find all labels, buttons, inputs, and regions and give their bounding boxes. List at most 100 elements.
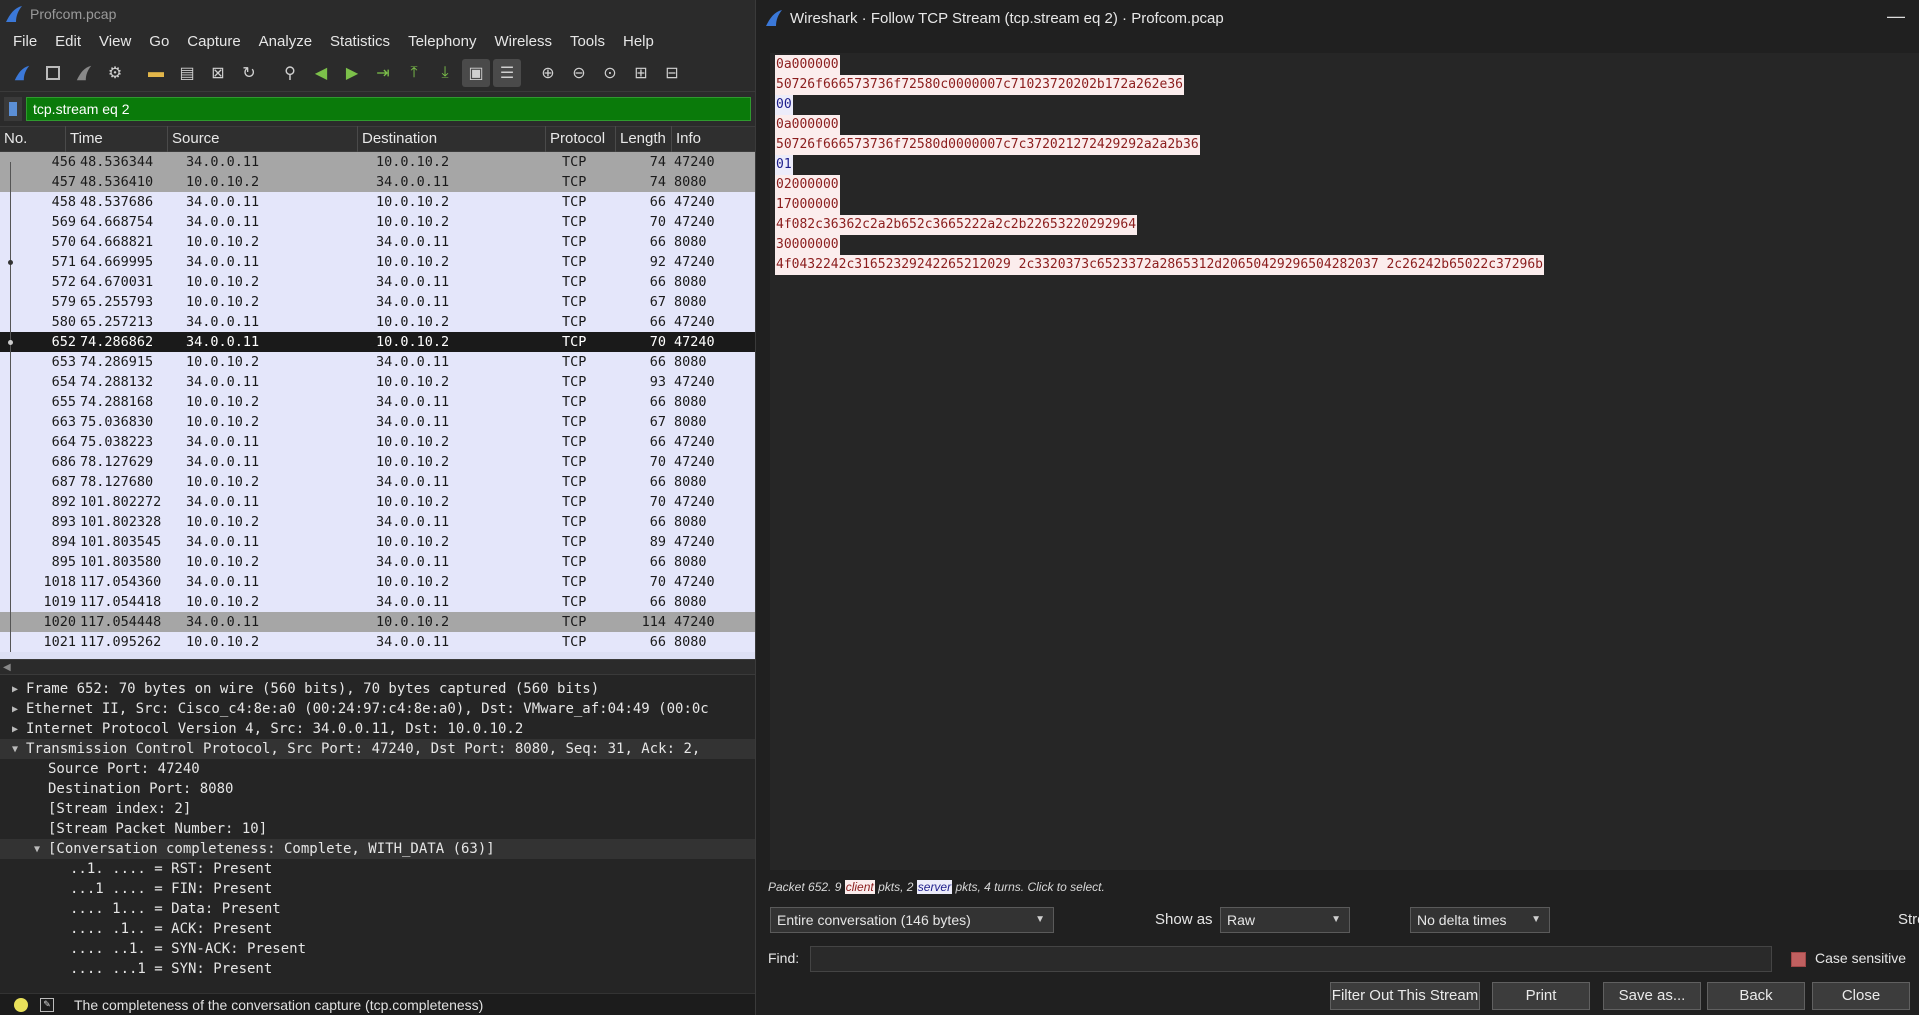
detail-tree-row[interactable]: Destination Port: 8080	[0, 779, 755, 799]
menu-edit[interactable]: Edit	[46, 33, 90, 50]
delta-time-select[interactable]: No delta times ▼	[1410, 907, 1550, 933]
expand-arrow-icon[interactable]: ▶	[8, 724, 22, 735]
expert-info-icon[interactable]	[14, 997, 28, 1012]
column-header-protocol[interactable]: Protocol	[546, 126, 616, 152]
detail-tree-row[interactable]: .... .1.. = ACK: Present	[0, 919, 755, 939]
zoom-reset-icon[interactable]: ⊙	[596, 59, 624, 87]
detail-tree-row[interactable]: ▼ Transmission Control Protocol, Src Port…	[0, 739, 755, 759]
packet-row[interactable]: 571 64.669995 34.0.0.11 10.0.10.2 TCP 92 47240	[0, 252, 755, 272]
detail-tree-row[interactable]: ..1. .... = RST: Present	[0, 859, 755, 879]
zoom-out-icon[interactable]: ⊖	[565, 59, 593, 87]
client-stream-line[interactable]: 50726f666573736f72580d0000007c7c37202127…	[775, 135, 1919, 155]
packet-row[interactable]: 580 65.257213 34.0.0.11 10.0.10.2 TCP 66 47240	[0, 312, 755, 332]
zoom-in-icon[interactable]: ⊕	[534, 59, 562, 87]
packet-row[interactable]: 893 101.802328 10.0.10.2 34.0.0.11 TCP 66 8080	[0, 512, 755, 532]
column-header-no[interactable]: No.	[0, 126, 66, 152]
server-stream-line[interactable]: 01	[775, 155, 1919, 175]
stream-content[interactable]: 0a000000 50726f666573736f72580c0000007c71…	[770, 53, 1919, 870]
show-as-select[interactable]: Raw ▼	[1220, 907, 1350, 933]
packet-row[interactable]: 653 74.286915 10.0.10.2 34.0.0.11 TCP 66 8080	[0, 352, 755, 372]
packet-row[interactable]: 458 48.537686 34.0.0.11 10.0.10.2 TCP 66 47240	[0, 192, 755, 212]
packet-row[interactable]: 1021 117.095262 10.0.10.2 34.0.0.11 TCP 66 808…	[0, 632, 755, 652]
packet-list-hscrollbar[interactable]: ◀	[0, 659, 755, 675]
filter-bookmark-icon[interactable]	[4, 97, 22, 121]
minimize-icon[interactable]: —	[1887, 6, 1905, 27]
back-button[interactable]: Back	[1707, 982, 1805, 1010]
column-header-time[interactable]: Time	[66, 126, 168, 152]
client-stream-line[interactable]: 50726f666573736f72580c0000007c7102372020…	[775, 75, 1919, 95]
menu-file[interactable]: File	[4, 33, 46, 50]
packet-row[interactable]: 654 74.288132 34.0.0.11 10.0.10.2 TCP 93 47240	[0, 372, 755, 392]
column-header-length[interactable]: Length	[616, 126, 672, 152]
scroll-left-icon[interactable]: ◀	[3, 660, 11, 676]
detail-tree-row[interactable]: ▶ Ethernet II, Src: Cisco_c4:8e:a0 (00:24…	[0, 699, 755, 719]
detail-tree-row[interactable]: .... ..1. = SYN-ACK: Present	[0, 939, 755, 959]
go-to-packet-icon[interactable]: ⇥	[369, 59, 397, 87]
column-header-source[interactable]: Source	[168, 126, 358, 152]
expand-arrow-icon[interactable]: ▶	[8, 684, 22, 695]
autoscroll-icon[interactable]: ▣	[462, 58, 490, 87]
packet-row[interactable]: 456 48.536344 34.0.0.11 10.0.10.2 TCP 74 47240	[0, 152, 755, 172]
layout-icon[interactable]: ⊟	[658, 59, 686, 87]
collapse-arrow-icon[interactable]: ▼	[8, 744, 22, 755]
packet-row[interactable]: 664 75.038223 34.0.0.11 10.0.10.2 TCP 66 47240	[0, 432, 755, 452]
detail-tree-row[interactable]: ▶ Internet Protocol Version 4, Src: 34.0.…	[0, 719, 755, 739]
client-stream-line[interactable]: 4f082c36362c2a2b652c3665222a2c2b22653220…	[775, 215, 1919, 235]
packet-row[interactable]: 652 74.286862 34.0.0.11 10.0.10.2 TCP 70 47240	[0, 332, 755, 352]
menu-view[interactable]: View	[90, 33, 140, 50]
colorize-icon[interactable]: ☰	[493, 58, 521, 87]
menu-help[interactable]: Help	[614, 33, 663, 50]
packet-row[interactable]: 569 64.668754 34.0.0.11 10.0.10.2 TCP 70 47240	[0, 212, 755, 232]
menu-statistics[interactable]: Statistics	[321, 33, 399, 50]
display-filter-input[interactable]: tcp.stream eq 2	[26, 97, 751, 121]
filter-out-stream-button[interactable]: Filter Out This Stream	[1330, 982, 1480, 1010]
save-file-icon[interactable]: ▤	[173, 59, 201, 87]
restart-capture-icon[interactable]	[70, 59, 98, 87]
column-header-info[interactable]: Info	[672, 126, 755, 152]
find-input[interactable]	[810, 946, 1772, 972]
case-sensitive-checkbox[interactable]	[1791, 952, 1806, 967]
capture-options-icon[interactable]: ⚙	[101, 59, 129, 87]
packet-row[interactable]: 892 101.802272 34.0.0.11 10.0.10.2 TCP 70 4724…	[0, 492, 755, 512]
go-back-icon[interactable]: ◀	[307, 59, 335, 87]
client-stream-line[interactable]: 0a000000	[775, 115, 1919, 135]
capture-comment-icon[interactable]: ✎	[40, 997, 54, 1012]
detail-tree-row[interactable]: ▼ [Conversation completeness: Complete, W…	[0, 839, 755, 859]
go-forward-icon[interactable]: ▶	[338, 59, 366, 87]
menu-tools[interactable]: Tools	[561, 33, 614, 50]
menu-capture[interactable]: Capture	[178, 33, 249, 50]
start-capture-icon[interactable]	[8, 59, 36, 87]
go-last-icon[interactable]: ⤓	[431, 59, 459, 87]
detail-tree-row[interactable]: .... 1... = Data: Present	[0, 899, 755, 919]
packet-row[interactable]: 663 75.036830 10.0.10.2 34.0.0.11 TCP 67 8080	[0, 412, 755, 432]
menu-wireless[interactable]: Wireless	[485, 33, 561, 50]
client-stream-line[interactable]: 0a000000	[775, 55, 1919, 75]
packet-row[interactable]: 1019 117.054418 10.0.10.2 34.0.0.11 TCP 66 808…	[0, 592, 755, 612]
open-file-icon[interactable]: ▬	[142, 59, 170, 87]
packet-row[interactable]: 894 101.803545 34.0.0.11 10.0.10.2 TCP 89 4724…	[0, 532, 755, 552]
packet-row[interactable]: 686 78.127629 34.0.0.11 10.0.10.2 TCP 70 47240	[0, 452, 755, 472]
packet-row[interactable]: 570 64.668821 10.0.10.2 34.0.0.11 TCP 66 8080	[0, 232, 755, 252]
packet-details-tree[interactable]: ▶ Frame 652: 70 bytes on wire (560 bits),…	[0, 675, 755, 993]
packet-row[interactable]: 655 74.288168 10.0.10.2 34.0.0.11 TCP 66 8080	[0, 392, 755, 412]
packet-row[interactable]: 579 65.255793 10.0.10.2 34.0.0.11 TCP 67 8080	[0, 292, 755, 312]
expand-arrow-icon[interactable]: ▶	[8, 704, 22, 715]
resize-columns-icon[interactable]: ⊞	[627, 59, 655, 87]
save-as-button[interactable]: Save as...	[1603, 982, 1701, 1010]
menu-go[interactable]: Go	[140, 33, 178, 50]
detail-tree-row[interactable]: ...1 .... = FIN: Present	[0, 879, 755, 899]
collapse-arrow-icon[interactable]: ▼	[30, 844, 44, 855]
detail-tree-row[interactable]: Source Port: 47240	[0, 759, 755, 779]
menu-analyze[interactable]: Analyze	[250, 33, 321, 50]
stop-capture-icon[interactable]	[39, 59, 67, 87]
packet-row[interactable]: 457 48.536410 10.0.10.2 34.0.0.11 TCP 74 8080	[0, 172, 755, 192]
client-stream-line[interactable]: 17000000	[775, 195, 1919, 215]
packet-row[interactable]: 1020 117.054448 34.0.0.11 10.0.10.2 TCP 114 47…	[0, 612, 755, 632]
detail-tree-row[interactable]: [Stream Packet Number: 10]	[0, 819, 755, 839]
packet-row[interactable]: 572 64.670031 10.0.10.2 34.0.0.11 TCP 66 8080	[0, 272, 755, 292]
close-file-icon[interactable]: ⊠	[204, 59, 232, 87]
packet-list[interactable]: 456 48.536344 34.0.0.11 10.0.10.2 TCP 74 47240…	[0, 152, 755, 659]
menu-telephony[interactable]: Telephony	[399, 33, 485, 50]
packet-summary-line[interactable]: Packet 652. 9 client pkts, 2 server pkts…	[768, 880, 1105, 894]
packet-row[interactable]: 895 101.803580 10.0.10.2 34.0.0.11 TCP 66 8080	[0, 552, 755, 572]
